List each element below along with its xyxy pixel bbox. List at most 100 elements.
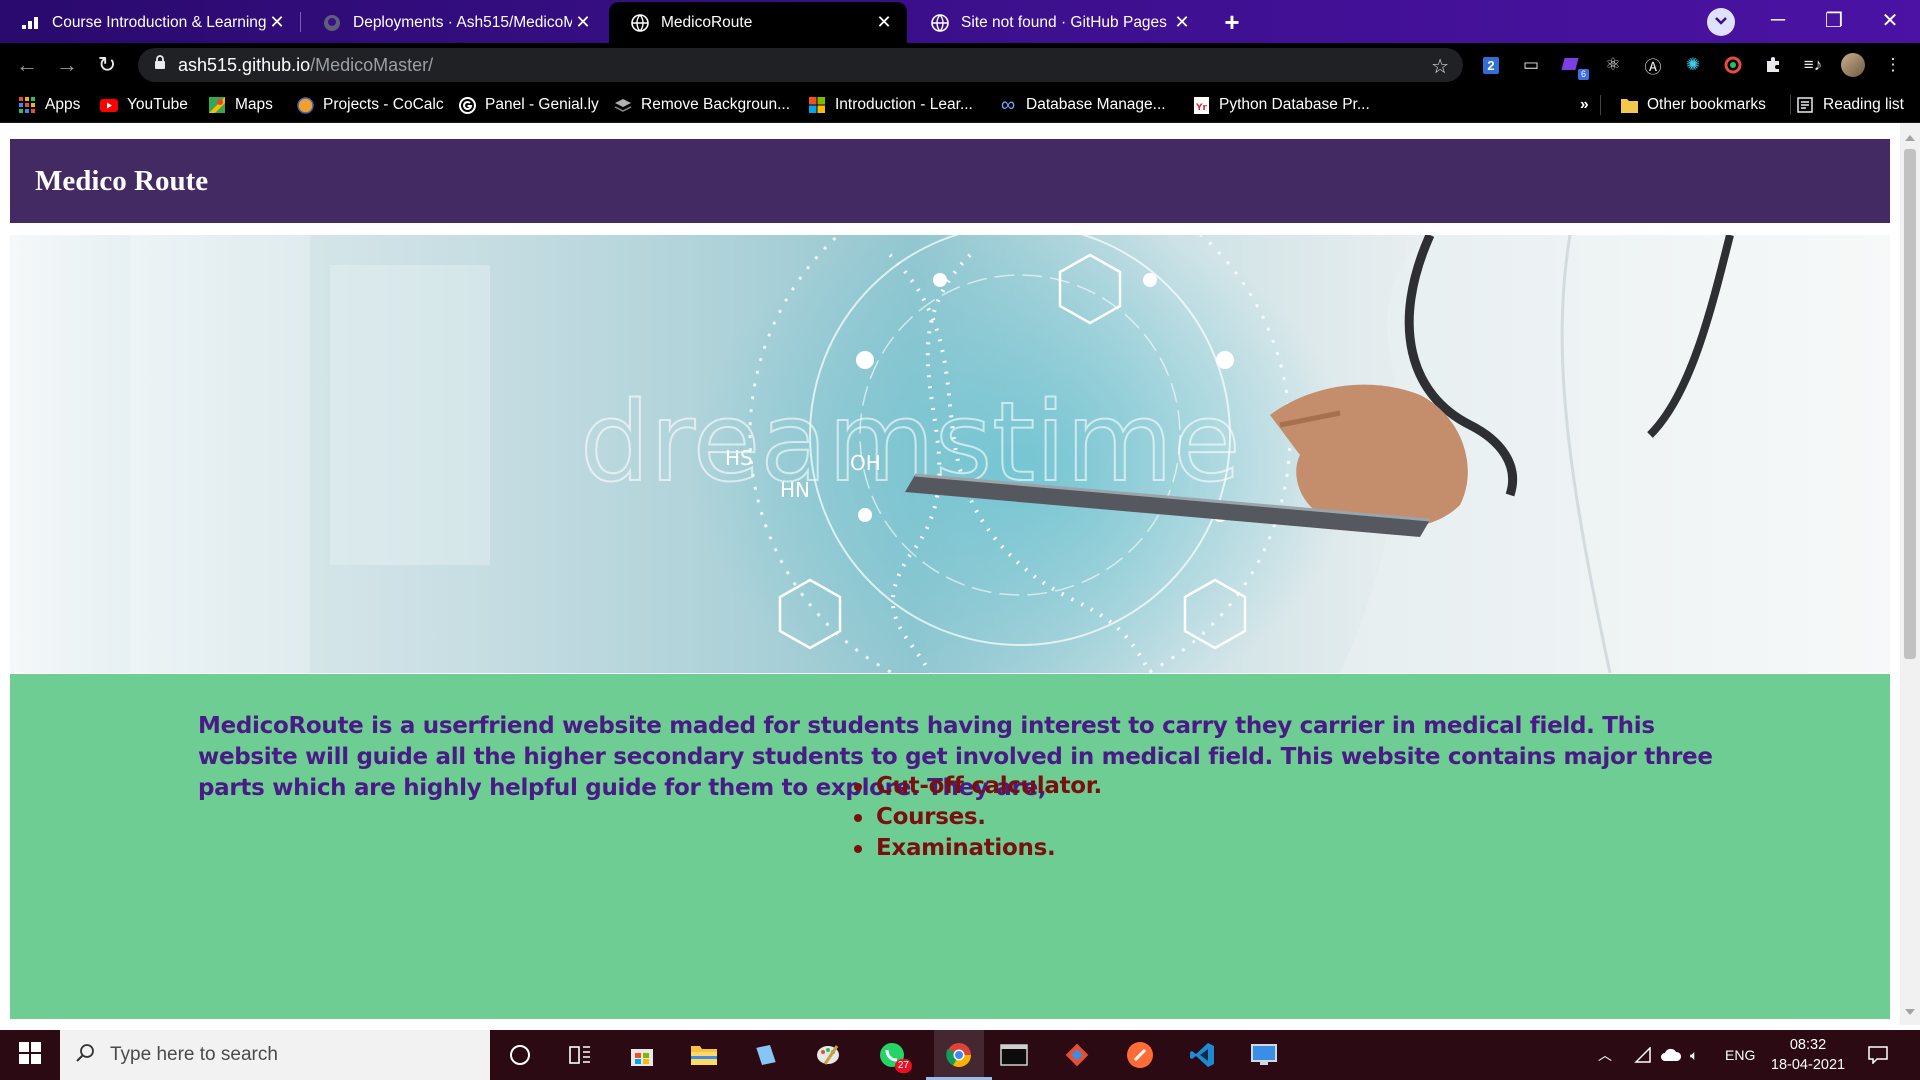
bookmark-youtube[interactable]: YouTube	[100, 93, 188, 117]
close-tab-icon[interactable]: ✕	[1171, 12, 1193, 34]
tab-deployments[interactable]: Deployments · Ash515/MedicoM ✕	[301, 2, 606, 43]
file-explorer-icon[interactable]	[684, 1035, 724, 1075]
forward-button[interactable]: →	[52, 50, 82, 80]
back-button[interactable]: ←	[12, 50, 42, 80]
remote-desktop-icon[interactable]	[1244, 1035, 1284, 1075]
globe-icon	[631, 13, 649, 32]
bookmark-apps[interactable]: Apps	[18, 93, 80, 117]
close-tab-icon[interactable]: ✕	[266, 12, 288, 34]
bookmark-star-icon[interactable]: ☆	[1431, 54, 1449, 79]
bookmark-label: Python Database Pr...	[1219, 96, 1370, 113]
show-hidden-icons-button[interactable]: ︿	[1598, 1030, 1612, 1080]
tab-course-introduction[interactable]: Course Introduction & Learning I ✕	[0, 2, 300, 43]
reload-icon: ↻	[97, 52, 117, 77]
tab-medicoroute[interactable]: MedicoRoute ✕	[609, 2, 907, 43]
list-item: Courses.	[850, 802, 1102, 833]
react-devtools-icon[interactable]: ⚛	[1600, 52, 1626, 78]
terminal-icon[interactable]	[994, 1035, 1034, 1075]
chrome-menu-icon[interactable]: ⋮	[1880, 52, 1906, 78]
bookmark-label: Reading list	[1823, 96, 1904, 113]
bookmarks-overflow-button[interactable]: »	[1580, 93, 1589, 117]
other-bookmarks-folder[interactable]: Other bookmarks	[1620, 93, 1766, 117]
bookmark-maps[interactable]: Maps	[208, 93, 273, 117]
scroll-up-arrow-icon[interactable]	[1905, 135, 1915, 141]
start-button[interactable]	[0, 1030, 60, 1080]
scroll-down-arrow-icon[interactable]	[1905, 1009, 1915, 1015]
gear-extension-icon[interactable]: ✺	[1680, 52, 1706, 78]
list-item: Cut-off calculator.	[850, 771, 1102, 802]
bookmark-label: Other bookmarks	[1647, 96, 1766, 113]
accessibility-extension-icon[interactable]: Ⓐ	[1640, 52, 1666, 78]
bookmark-database-manage[interactable]: ∞ Database Manage...	[999, 93, 1166, 117]
bookmark-genially[interactable]: Panel - Genial.ly	[458, 93, 599, 117]
tab-title: Deployments · Ash515/MedicoM	[353, 13, 572, 31]
forward-arrow-icon: →	[56, 52, 78, 77]
git-icon[interactable]	[1057, 1035, 1097, 1075]
chrome-taskbar-icon[interactable]	[934, 1030, 984, 1080]
bookmark-cocalc[interactable]: Projects - CoCalc	[296, 93, 444, 117]
volume-icon[interactable]: 🔈︎	[1690, 1030, 1698, 1080]
purple-extension-icon[interactable]: 6	[1560, 52, 1589, 80]
bookmark-introduction-learn[interactable]: Introduction - Lear...	[808, 93, 973, 117]
windows-taskbar: Type here to search 27 ︿ 🔈︎ ENG 08:32 18…	[0, 1030, 1920, 1080]
svg-text:Yr: Yr	[1195, 103, 1208, 113]
bookmark-label: Panel - Genial.ly	[485, 96, 599, 113]
search-placeholder: Type here to search	[110, 1044, 278, 1065]
tab-search-button[interactable]	[1707, 8, 1735, 36]
taskbar-clock[interactable]: 08:32 18-04-2021	[1768, 1035, 1848, 1075]
paint-app-icon[interactable]	[808, 1035, 848, 1075]
lock-icon	[154, 55, 166, 75]
network-icon[interactable]	[1634, 1030, 1652, 1080]
reading-list-button[interactable]: Reading list	[1796, 93, 1904, 117]
github-icon	[323, 14, 341, 32]
removebg-icon	[614, 96, 632, 114]
media-control-icon[interactable]: ≡♪	[1800, 52, 1826, 78]
close-tab-icon[interactable]: ✕	[572, 12, 594, 34]
tab-title: Site not found · GitHub Pages	[961, 13, 1167, 31]
restore-button[interactable]: ❐	[1806, 0, 1862, 40]
address-bar[interactable]: ash515.github.io/MedicoMaster/ ☆	[138, 48, 1463, 82]
windows-logo-icon	[19, 1041, 41, 1069]
whatsapp-icon[interactable]: 27	[872, 1035, 912, 1075]
bookmarks-bar: Apps YouTube Maps Projects - CoCalc Pane…	[0, 87, 1920, 123]
extension-badge: 2	[1483, 56, 1499, 74]
bookmark-label: YouTube	[127, 96, 188, 113]
hero-illustration: dreamstime HS HN OH	[130, 235, 1890, 673]
hero-label-hn: HN	[780, 478, 810, 502]
clock-time: 08:32	[1789, 1037, 1827, 1053]
cortana-icon[interactable]	[500, 1035, 540, 1075]
notepad-app-icon[interactable]	[746, 1035, 786, 1075]
screen-capture-extension-icon[interactable]: ▭	[1518, 52, 1544, 78]
maps-icon	[208, 96, 226, 114]
task-view-icon[interactable]	[560, 1035, 600, 1075]
color-extension-icon[interactable]	[1720, 52, 1746, 78]
language-indicator[interactable]: ENG	[1725, 1030, 1755, 1080]
bookmark-python-database[interactable]: Yr Python Database Pr...	[1192, 93, 1370, 117]
onedrive-icon[interactable]	[1660, 1030, 1682, 1080]
taskbar-search-box[interactable]: Type here to search	[60, 1030, 490, 1080]
site-title: Medico Route	[35, 164, 209, 197]
microsoft-store-icon[interactable]	[622, 1035, 662, 1075]
extension-2-icon[interactable]: 2	[1478, 52, 1504, 78]
clock-date: 18-04-2021	[1770, 1057, 1846, 1073]
page-scrollbar[interactable]	[1900, 123, 1920, 1025]
tab-title: MedicoRoute	[661, 13, 753, 31]
extensions-puzzle-icon[interactable]	[1760, 52, 1786, 78]
close-tab-icon[interactable]: ✕	[873, 12, 895, 34]
bookmarks-divider	[1600, 95, 1601, 115]
postman-icon[interactable]	[1120, 1035, 1160, 1075]
search-icon	[76, 1043, 96, 1068]
notifications-icon[interactable]	[1868, 1030, 1888, 1080]
minimize-button[interactable]: ─	[1750, 0, 1806, 40]
new-tab-button[interactable]: +	[1216, 6, 1248, 38]
vscode-icon[interactable]	[1182, 1035, 1222, 1075]
reload-button[interactable]: ↻	[92, 50, 122, 80]
coursera-icon	[22, 14, 40, 32]
scrollbar-thumb[interactable]	[1904, 149, 1916, 659]
close-window-button[interactable]: ✕	[1862, 0, 1918, 40]
tab-site-not-found[interactable]: Site not found · GitHub Pages ✕	[909, 2, 1205, 43]
bookmark-label: Apps	[45, 96, 81, 113]
bookmark-remove-background[interactable]: Remove Backgroun...	[614, 93, 790, 117]
profile-avatar[interactable]	[1840, 52, 1866, 78]
bookmark-label: Maps	[235, 96, 273, 113]
